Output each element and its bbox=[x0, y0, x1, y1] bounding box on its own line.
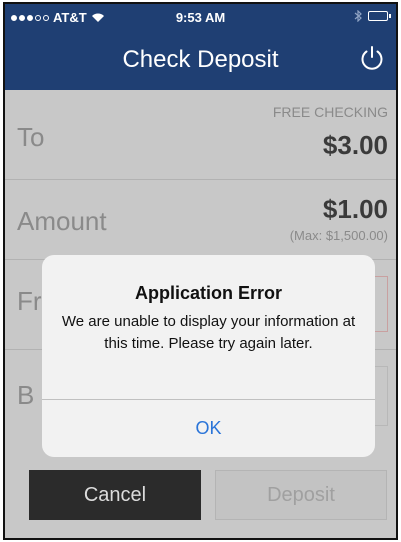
cancel-button[interactable]: Cancel bbox=[29, 470, 201, 520]
amount-value: $1.00 bbox=[322, 194, 388, 224]
to-label: To bbox=[17, 122, 45, 152]
account-balance: $3.00 bbox=[322, 130, 388, 160]
status-time: 9:53 AM bbox=[175, 10, 226, 25]
battery-icon bbox=[368, 11, 391, 21]
amount-max-note: (Max: $1,500.00) bbox=[289, 228, 388, 243]
error-alert-dialog: Application Error We are unable to displ… bbox=[42, 255, 375, 457]
bluetooth-icon bbox=[354, 10, 362, 22]
action-bar: Cancel Deposit bbox=[5, 452, 396, 538]
front-label: Fr bbox=[17, 286, 42, 316]
amount-row[interactable]: Amount $1.00 (Max: $1,500.00) bbox=[5, 180, 396, 260]
deposit-button[interactable]: Deposit bbox=[215, 470, 387, 520]
power-icon[interactable] bbox=[358, 44, 386, 72]
account-name: FREE CHECKING bbox=[272, 104, 388, 120]
nav-bar: Check Deposit bbox=[5, 30, 396, 90]
page-title: Check Deposit bbox=[122, 46, 279, 73]
status-bar: AT&T 9:53 AM bbox=[5, 4, 396, 30]
amount-label: Amount bbox=[17, 206, 107, 236]
alert-message: We are unable to display your informatio… bbox=[61, 313, 356, 352]
alert-title: Application Error bbox=[134, 283, 282, 303]
to-row[interactable]: To FREE CHECKING $3.00 bbox=[5, 90, 396, 180]
phone-screen: AT&T 9:53 AM Check Deposit To FREE CHECK… bbox=[3, 2, 398, 540]
back-label: B bbox=[17, 380, 35, 410]
status-right bbox=[354, 10, 391, 22]
alert-ok-button[interactable]: OK bbox=[42, 400, 375, 457]
